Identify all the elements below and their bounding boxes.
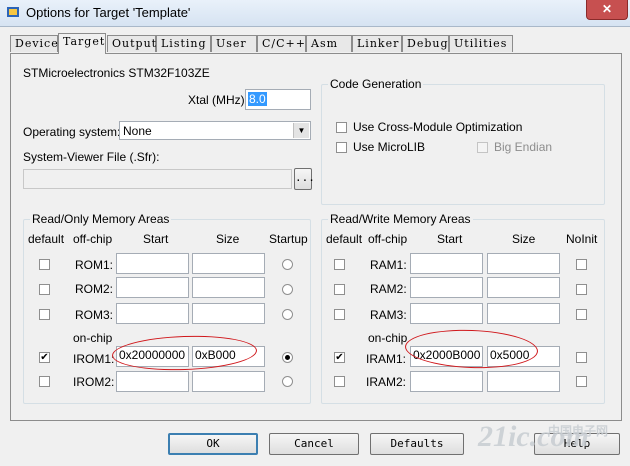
cancel-button[interactable]: Cancel [269, 433, 359, 455]
rom-header-offchip: off-chip [73, 232, 113, 246]
tab-debug[interactable]: Debug [402, 35, 449, 52]
ram2-checkbox[interactable] [334, 284, 345, 295]
iram2-size-input[interactable] [487, 371, 560, 392]
irom1-label: IROM1: [73, 352, 115, 366]
cross-module-label: Use Cross-Module Optimization [353, 120, 523, 134]
big-endian-checkbox[interactable] [477, 142, 488, 153]
irom1-startup-radio[interactable] [282, 352, 293, 363]
rom3-checkbox[interactable] [39, 309, 50, 320]
ram3-label: RAM3: [370, 308, 407, 322]
rom3-start-input[interactable] [116, 303, 189, 324]
rom-group-title: Read/Only Memory Areas [30, 212, 172, 226]
rom1-size-input[interactable] [192, 253, 265, 274]
tab-device[interactable]: Device [10, 35, 58, 52]
rom1-startup-radio[interactable] [282, 259, 293, 270]
ram3-size-input[interactable] [487, 303, 560, 324]
irom2-size-input[interactable] [192, 371, 265, 392]
rom2-startup-radio[interactable] [282, 284, 293, 295]
title-bar: Options for Target 'Template' ✕ [0, 0, 630, 27]
rom-header-start: Start [143, 232, 169, 246]
microlib-checkbox[interactable] [336, 142, 347, 153]
iram2-checkbox[interactable] [334, 376, 345, 387]
tab-cc[interactable]: C/C++ [257, 35, 306, 52]
ram2-start-input[interactable] [410, 277, 483, 298]
browse-button[interactable]: ... [294, 168, 315, 190]
ram-group-title: Read/Write Memory Areas [328, 212, 473, 226]
device-name: STMicroelectronics STM32F103ZE [23, 66, 210, 80]
ram-header-offchip: off-chip [368, 232, 408, 246]
xtal-value: 8.0 [248, 92, 267, 106]
iram1-noinit-checkbox[interactable] [576, 352, 587, 363]
iram2-start-input[interactable] [410, 371, 483, 392]
iram1-checkbox[interactable]: ✔ [334, 352, 345, 363]
rom3-label: ROM3: [75, 308, 114, 322]
ram1-noinit-checkbox[interactable] [576, 259, 587, 270]
microlib-label: Use MicroLIB [353, 140, 426, 154]
irom1-checkbox[interactable]: ✔ [39, 352, 50, 363]
os-label: Operating system: [23, 125, 121, 139]
rom-onchip-label: on-chip [73, 331, 113, 345]
iram2-noinit-checkbox[interactable] [576, 376, 587, 387]
irom2-start-input[interactable] [116, 371, 189, 392]
rom-header-size: Size [216, 232, 240, 246]
ram1-checkbox[interactable] [334, 259, 345, 270]
ram1-label: RAM1: [370, 258, 407, 272]
rom3-size-input[interactable] [192, 303, 265, 324]
tab-target[interactable]: Target [58, 33, 106, 54]
tab-listing[interactable]: Listing [156, 35, 211, 52]
ram3-start-input[interactable] [410, 303, 483, 324]
irom2-label: IROM2: [73, 375, 115, 389]
xtal-input[interactable]: 8.0 [245, 89, 311, 110]
ram3-noinit-checkbox[interactable] [576, 309, 587, 320]
ram-header-default: default [326, 232, 363, 246]
rom1-checkbox[interactable] [39, 259, 50, 270]
ram2-label: RAM2: [370, 282, 407, 296]
window-title: Options for Target 'Template' [26, 5, 191, 20]
os-select-value: None [123, 124, 152, 138]
irom2-startup-radio[interactable] [282, 376, 293, 387]
iram1-label: IRAM1: [366, 352, 407, 366]
code-generation-title: Code Generation [328, 77, 424, 91]
tab-linker[interactable]: Linker [352, 35, 402, 52]
ram1-size-input[interactable] [487, 253, 560, 274]
irom2-checkbox[interactable] [39, 376, 50, 387]
rom2-start-input[interactable] [116, 277, 189, 298]
chevron-down-icon[interactable]: ▼ [293, 123, 309, 138]
rom2-checkbox[interactable] [39, 284, 50, 295]
tab-output[interactable]: Output [107, 35, 156, 52]
rom3-startup-radio[interactable] [282, 309, 293, 320]
ram2-size-input[interactable] [487, 277, 560, 298]
os-select[interactable]: None ▼ [119, 121, 311, 140]
sysviewer-input[interactable] [23, 169, 292, 189]
rom-header-default: default [28, 232, 65, 246]
ram-header-noinit: NoInit [566, 232, 598, 246]
close-button[interactable]: ✕ [586, 0, 628, 20]
rom1-label: ROM1: [75, 258, 114, 272]
iram2-label: IRAM2: [366, 375, 407, 389]
ram3-checkbox[interactable] [334, 309, 345, 320]
tab-user[interactable]: User [211, 35, 257, 52]
rom-header-startup: Startup [269, 232, 308, 246]
ram-onchip-label: on-chip [368, 331, 408, 345]
ram-header-size: Size [512, 232, 536, 246]
watermark-subtext: 中国电子网 [548, 424, 609, 438]
xtal-label: Xtal (MHz): [188, 93, 248, 107]
tab-asm[interactable]: Asm [306, 35, 352, 52]
ram1-start-input[interactable] [410, 253, 483, 274]
ram-header-start: Start [437, 232, 463, 246]
cross-module-checkbox[interactable] [336, 122, 347, 133]
ram2-noinit-checkbox[interactable] [576, 284, 587, 295]
app-icon [7, 7, 19, 17]
rom2-label: ROM2: [75, 282, 114, 296]
rom1-start-input[interactable] [116, 253, 189, 274]
tab-utilities[interactable]: Utilities [449, 35, 513, 52]
big-endian-label: Big Endian [494, 140, 553, 154]
rom2-size-input[interactable] [192, 277, 265, 298]
sysviewer-label: System-Viewer File (.Sfr): [23, 150, 160, 164]
defaults-button[interactable]: Defaults [370, 433, 464, 455]
ok-button[interactable]: OK [168, 433, 258, 455]
